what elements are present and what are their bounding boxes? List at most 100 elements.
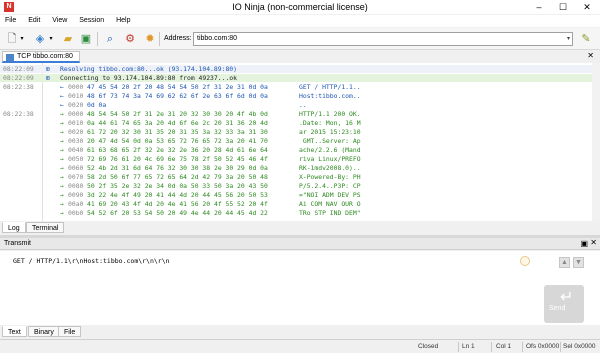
- connect-icon[interactable]: ✎: [578, 31, 594, 47]
- toolbar-separator: [97, 32, 98, 46]
- enter-icon: ↵: [560, 289, 574, 306]
- log-row[interactable]: → 0020 61 72 20 32 30 31 35 20 31 35 3a 32…: [0, 128, 592, 136]
- log-row[interactable]: 08:22:38 ← 0000 47 45 54 20 2f 20 48 54 54 …: [0, 83, 592, 91]
- log-hex: 48 6f 73 74 3a 74 69 62 62 6f 2e 63 6f 6…: [87, 92, 268, 100]
- settings-icon[interactable]: ⚙: [122, 31, 138, 47]
- menu-edit[interactable]: Edit: [23, 15, 45, 27]
- rx-arrow-icon: →: [60, 137, 64, 145]
- rx-arrow-icon: →: [60, 128, 64, 136]
- tx-arrow-icon: ←: [60, 101, 64, 109]
- log-ascii: .Date: Mon, 16 M: [299, 119, 361, 127]
- log-row[interactable]: → 0070 58 2d 50 6f 77 65 72 65 64 2d 42 79…: [0, 173, 592, 181]
- open-session-icon[interactable]: ◈: [32, 31, 48, 47]
- log-offset: 0010: [68, 119, 84, 127]
- sun-icon: [520, 256, 530, 266]
- pin-icon[interactable]: ▣: [580, 239, 588, 248]
- history-down-icon[interactable]: ▼: [573, 257, 584, 268]
- log-row[interactable]: → 0060 52 4b 2d 31 6d 64 76 32 30 30 38 2e…: [0, 164, 592, 172]
- log-offset: 00b0: [68, 209, 84, 217]
- log-ascii: ar 2015 15:23:10: [299, 128, 361, 136]
- transmit-pane[interactable]: GET / HTTP/1.1\r\nHost:tibbo.com\r\n\r\n…: [0, 251, 600, 325]
- rx-arrow-icon: →: [60, 164, 64, 172]
- address-input[interactable]: tibbo.com:80 ▾: [193, 32, 573, 46]
- save-icon[interactable]: ▣: [78, 31, 94, 47]
- menu-file[interactable]: File: [0, 15, 21, 27]
- selection-indicator: Sel 0x0000: [563, 343, 596, 350]
- log-offset: 0070: [68, 173, 84, 181]
- connection-state: Closed: [418, 343, 439, 350]
- log-timestamp: 08:22:09: [3, 74, 34, 82]
- menu-session[interactable]: Session: [74, 15, 109, 27]
- open-dropdown-icon[interactable]: ▾: [47, 31, 55, 47]
- log-row[interactable]: 08:22:38 → 0000 48 54 54 50 2f 31 2e 31 20 …: [0, 110, 592, 118]
- status-separator: [560, 342, 561, 352]
- log-ascii: GMT..Server: Ap: [299, 137, 361, 145]
- log-offset: 0010: [68, 92, 84, 100]
- log-row[interactable]: → 0040 61 63 68 65 2f 32 2e 32 2e 36 20 28…: [0, 146, 592, 154]
- tx-arrow-icon: ←: [60, 92, 64, 100]
- toolbar-separator: [159, 32, 160, 46]
- rx-arrow-icon: →: [60, 209, 64, 217]
- minimize-icon[interactable]: –: [527, 0, 551, 14]
- log-ascii: RK-1mdv2008.0)..: [299, 164, 361, 172]
- tx-arrow-icon: ←: [60, 83, 64, 91]
- toolbar: 🗋 ▾ ◈ ▾ ▰ ▣ ⌕ ⚙ ✹ Address: tibbo.com:80 …: [0, 28, 600, 50]
- transmit-title: Transmit: [4, 240, 31, 247]
- log-offset: 0090: [68, 191, 84, 199]
- history-up-icon[interactable]: ▲: [559, 257, 570, 268]
- close-tab-icon[interactable]: ✕: [587, 51, 594, 60]
- tab-log[interactable]: Log: [2, 222, 26, 233]
- log-offset: 0000: [68, 110, 84, 118]
- log-ascii: GET / HTTP/1.1..: [299, 83, 361, 91]
- find-icon[interactable]: ⌕: [102, 31, 118, 47]
- log-row[interactable]: → 00b0 54 52 6f 20 53 54 50 20 49 4e 44 20…: [0, 209, 592, 217]
- close-window-icon[interactable]: ✕: [575, 0, 599, 14]
- tab-binary[interactable]: Binary: [28, 326, 60, 337]
- log-row[interactable]: → 0090 3d 22 4e 4f 49 20 41 44 4d 20 44 45…: [0, 191, 592, 199]
- log-timestamp: 08:22:38: [3, 110, 34, 118]
- log-row[interactable]: 08:22:09 ⊞ Resolving tibbo.com:80...ok (93…: [0, 65, 592, 73]
- log-hex: 50 2f 35 2e 32 2e 34 0d 0a 50 33 50 3a 2…: [87, 182, 268, 190]
- rx-arrow-icon: →: [60, 182, 64, 190]
- transmit-text[interactable]: GET / HTTP/1.1\r\nHost:tibbo.com\r\n\r\n: [13, 257, 170, 265]
- new-dropdown-icon[interactable]: ▾: [18, 31, 26, 47]
- log-hex: 52 4b 2d 31 6d 64 76 32 30 30 38 2e 30 2…: [87, 164, 268, 172]
- log-view[interactable]: 08:22:09 ⊞ Resolving tibbo.com:80...ok (93…: [0, 63, 600, 221]
- document-tab-bar: TCP tibbo.com:80 ✕: [0, 51, 600, 63]
- chevron-down-icon[interactable]: ▾: [567, 33, 570, 45]
- log-hex: 54 52 6f 20 53 54 50 20 49 4e 44 20 44 4…: [87, 209, 268, 217]
- maximize-icon[interactable]: ☐: [551, 0, 575, 14]
- log-hex: 48 54 54 50 2f 31 2e 31 20 32 30 30 20 4…: [87, 110, 268, 118]
- log-hex: 0a 44 61 74 65 3a 20 4d 6f 6e 2c 20 31 3…: [87, 119, 268, 127]
- tab-text[interactable]: Text: [2, 326, 27, 337]
- log-hex: 3d 22 4e 4f 49 20 41 44 4d 20 44 45 56 2…: [87, 191, 268, 199]
- close-pane-icon[interactable]: ✕: [590, 238, 597, 247]
- menu-view[interactable]: View: [47, 15, 72, 27]
- log-row[interactable]: ← 0010 48 6f 73 74 3a 74 69 62 62 6f 2e 63…: [0, 92, 592, 100]
- log-row[interactable]: → 00a0 41 69 20 43 4f 4d 20 4e 41 56 20 4f…: [0, 200, 592, 208]
- status-separator: [458, 342, 459, 352]
- log-row[interactable]: ← 0020 0d 0a..: [0, 101, 592, 109]
- column-indicator: Col 1: [496, 343, 512, 350]
- rx-arrow-icon: →: [60, 110, 64, 118]
- log-row[interactable]: → 0080 50 2f 35 2e 32 2e 34 0d 0a 50 33 50…: [0, 182, 592, 190]
- log-row[interactable]: → 0030 20 47 4d 54 0d 0a 53 65 72 76 65 72…: [0, 137, 592, 145]
- log-offset: 00a0: [68, 200, 84, 208]
- rx-arrow-icon: →: [60, 155, 64, 163]
- log-row[interactable]: → 0050 72 69 76 61 20 4c 69 6e 75 78 2f 50…: [0, 155, 592, 163]
- tab-tcp-session[interactable]: TCP tibbo.com:80: [2, 51, 80, 63]
- log-hex: 47 45 54 20 2f 20 48 54 54 50 2f 31 2e 3…: [87, 83, 268, 91]
- log-ascii: Ai COM NAV OUR O: [299, 200, 361, 208]
- log-row[interactable]: 08:22:09 ⊞ Connecting to 93.174.104.89:80 …: [0, 74, 592, 82]
- folder-icon[interactable]: ▰: [60, 31, 76, 47]
- tab-file[interactable]: File: [58, 326, 82, 337]
- plugin-icon[interactable]: ✹: [142, 31, 158, 47]
- log-offset: 0000: [68, 83, 84, 91]
- status-bar: Closed Ln 1 Col 1 Ofs 0x0000 Sel 0x0000: [0, 339, 600, 353]
- line-indicator: Ln 1: [462, 343, 475, 350]
- log-message: Resolving tibbo.com:80...ok (93.174.104.…: [60, 65, 237, 73]
- tab-terminal[interactable]: Terminal: [26, 222, 65, 233]
- menu-help[interactable]: Help: [111, 15, 135, 27]
- log-scrollbar[interactable]: [592, 63, 600, 221]
- log-row[interactable]: → 0010 0a 44 61 74 65 3a 20 4d 6f 6e 2c 20…: [0, 119, 592, 127]
